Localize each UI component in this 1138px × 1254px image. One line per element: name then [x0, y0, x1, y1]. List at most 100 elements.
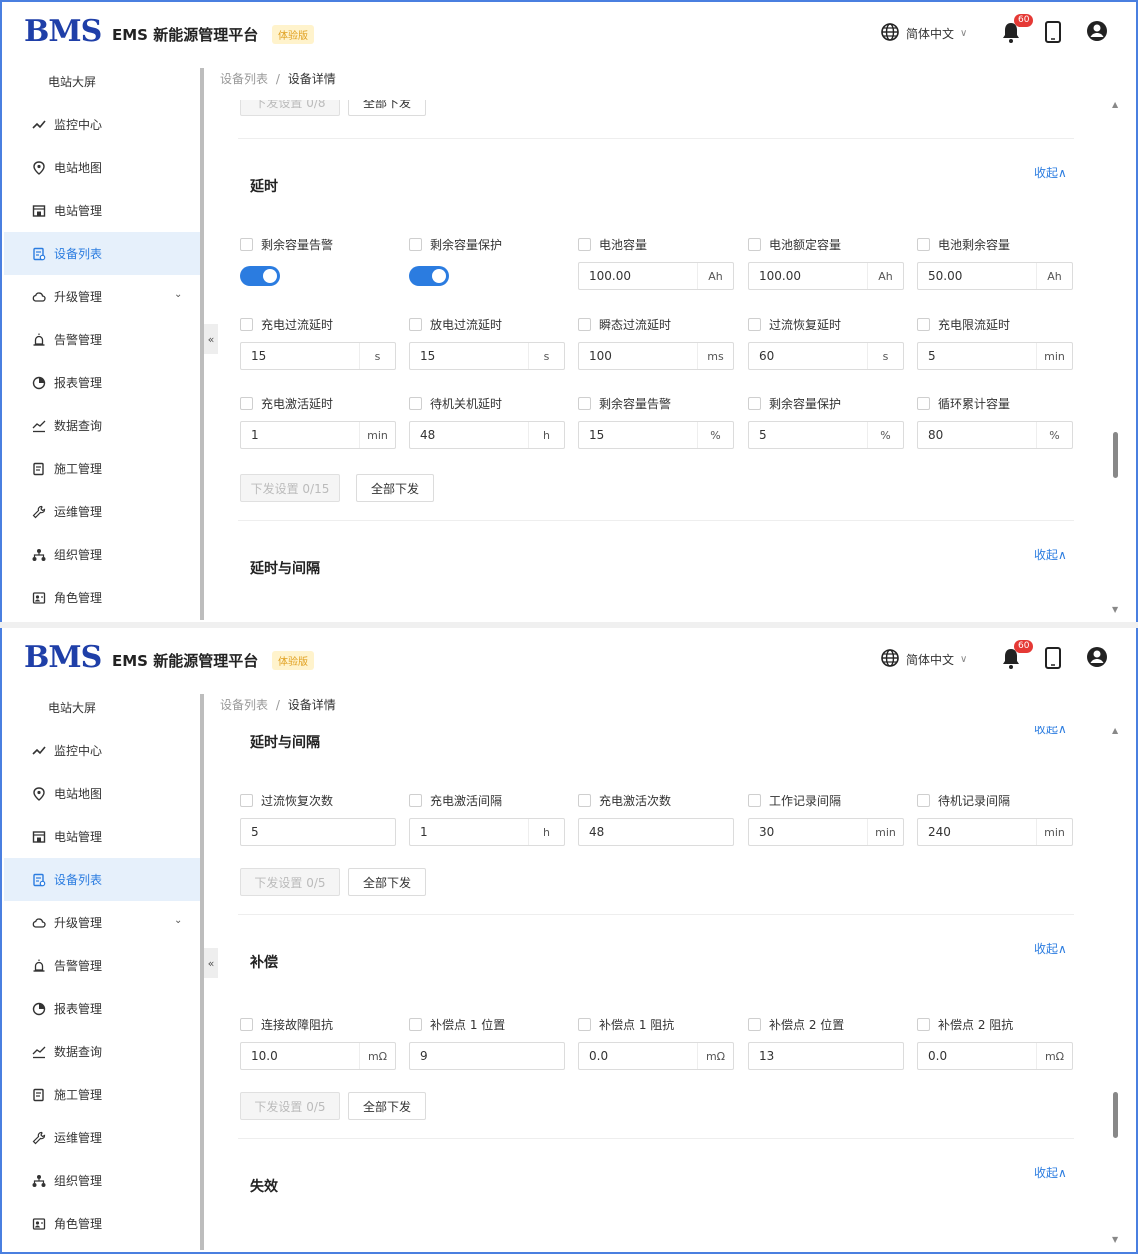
remaining-capacity-protect-toggle[interactable]	[409, 266, 449, 286]
field-input[interactable]: 9	[409, 1042, 565, 1070]
field-label[interactable]: 剩余容量保护	[409, 236, 502, 253]
field-label[interactable]: 电池容量	[578, 236, 647, 253]
sidebar-item-role[interactable]: 角色管理	[4, 1202, 204, 1245]
field-label[interactable]: 待机关机延时	[409, 395, 502, 412]
field-input[interactable]: 13	[748, 1042, 904, 1070]
field-label[interactable]: 循环累计容量	[917, 395, 1010, 412]
sidebar-item-map[interactable]: 电站地图	[4, 146, 204, 189]
field-label[interactable]: 过流恢复延时	[748, 316, 841, 333]
issue-settings-button[interactable]: 下发设置 0/5	[240, 1092, 340, 1120]
field-checkbox[interactable]	[240, 1018, 253, 1031]
sidebar-item-construction[interactable]: 施工管理	[4, 447, 204, 490]
user-avatar-icon[interactable]	[1086, 646, 1108, 668]
sidebar-item-map[interactable]: 电站地图	[4, 772, 204, 815]
issue-all-button[interactable]: 全部下发	[348, 868, 426, 896]
field-label[interactable]: 补偿点 1 阻抗	[578, 1016, 674, 1033]
field-checkbox[interactable]	[409, 238, 422, 251]
field-label[interactable]: 电池剩余容量	[917, 236, 1010, 253]
field-checkbox[interactable]	[240, 397, 253, 410]
sidebar-item-data-query[interactable]: 数据查询	[4, 1030, 204, 1073]
sidebar-item-data-query[interactable]: 数据查询	[4, 404, 204, 447]
scroll-up-icon[interactable]: ▲	[1112, 100, 1118, 109]
field-input[interactable]: 100.00 Ah	[578, 262, 734, 290]
field-checkbox[interactable]	[409, 794, 422, 807]
field-checkbox[interactable]	[409, 318, 422, 331]
language-switcher[interactable]: 简体中文 ∨	[880, 648, 967, 671]
sidebar-item-alarm[interactable]: 告警管理	[4, 318, 204, 361]
field-input[interactable]: 5 min	[917, 342, 1073, 370]
field-checkbox[interactable]	[748, 397, 761, 410]
sidebar-item-report[interactable]: 报表管理	[4, 361, 204, 404]
issue-settings-button[interactable]: 下发设置 0/8	[240, 100, 340, 116]
sidebar-item-monitor[interactable]: 监控中心	[4, 103, 204, 146]
field-label[interactable]: 充电限流延时	[917, 316, 1010, 333]
main-scrollbar[interactable]: ▲ ▼	[1110, 726, 1122, 1244]
sidebar-item-station-screen[interactable]: 电站大屏	[4, 686, 204, 729]
sidebar-item-station-screen[interactable]: 电站大屏	[4, 60, 204, 103]
user-avatar-icon[interactable]	[1086, 20, 1108, 42]
collapse-delay-link[interactable]: 收起∧	[1034, 164, 1067, 181]
field-checkbox[interactable]	[409, 397, 422, 410]
field-checkbox[interactable]	[917, 1018, 930, 1031]
field-label[interactable]: 电池额定容量	[748, 236, 841, 253]
collapse-compensation-link[interactable]: 收起∧	[1034, 940, 1067, 957]
issue-all-button[interactable]: 全部下发	[348, 100, 426, 116]
remaining-capacity-alarm-toggle[interactable]	[240, 266, 280, 286]
field-checkbox[interactable]	[409, 1018, 422, 1031]
main-scrollbar[interactable]: ▲ ▼	[1110, 100, 1122, 614]
field-checkbox[interactable]	[240, 794, 253, 807]
sidebar-item-station-mgmt[interactable]: 电站管理	[4, 815, 204, 858]
sidebar-item-construction[interactable]: 施工管理	[4, 1073, 204, 1116]
field-input[interactable]: 48 h	[409, 421, 565, 449]
sidebar-item-device-list[interactable]: 设备列表	[4, 232, 204, 275]
sidebar-item-upgrade[interactable]: 升级管理 ⌄	[4, 275, 204, 318]
sidebar-item-station-mgmt[interactable]: 电站管理	[4, 189, 204, 232]
sidebar-item-operations[interactable]: 运维管理	[4, 490, 204, 533]
field-input[interactable]: 80%	[917, 421, 1073, 449]
field-checkbox[interactable]	[917, 238, 930, 251]
field-input[interactable]: 100 ms	[578, 342, 734, 370]
field-input[interactable]: 15 s	[240, 342, 396, 370]
sidebar-item-alarm[interactable]: 告警管理	[4, 944, 204, 987]
field-checkbox[interactable]	[917, 397, 930, 410]
field-checkbox[interactable]	[240, 238, 253, 251]
mobile-icon[interactable]	[1044, 647, 1062, 669]
sidebar-collapse-button[interactable]: «	[204, 324, 218, 354]
sidebar-item-upgrade[interactable]: 升级管理 ⌄	[4, 901, 204, 944]
field-checkbox[interactable]	[748, 318, 761, 331]
field-label[interactable]: 工作记录间隔	[748, 792, 841, 809]
issue-all-button[interactable]: 全部下发	[356, 474, 434, 502]
field-input[interactable]: 240 min	[917, 818, 1073, 846]
field-checkbox[interactable]	[748, 1018, 761, 1031]
bms-logo[interactable]: BMS	[24, 14, 102, 49]
field-input[interactable]: 10.0 mΩ	[240, 1042, 396, 1070]
field-input[interactable]: 30 min	[748, 818, 904, 846]
field-label[interactable]: 充电激活次数	[578, 792, 671, 809]
field-input[interactable]: 60 s	[748, 342, 904, 370]
field-input[interactable]: 1 min	[240, 421, 396, 449]
sidebar-item-device-list[interactable]: 设备列表	[4, 858, 204, 901]
sidebar-item-operations[interactable]: 运维管理	[4, 1116, 204, 1159]
field-label[interactable]: 补偿点 1 位置	[409, 1016, 505, 1033]
sidebar-item-role[interactable]: 角色管理	[4, 576, 204, 619]
field-checkbox[interactable]	[578, 318, 591, 331]
collapse-failure-link[interactable]: 收起∧	[1034, 1164, 1067, 1181]
field-input[interactable]: 48	[578, 818, 734, 846]
field-checkbox[interactable]	[748, 238, 761, 251]
scrollbar-thumb[interactable]	[1113, 432, 1118, 478]
field-input[interactable]: 5	[240, 818, 396, 846]
language-switcher[interactable]: 简体中文 ∨	[880, 22, 967, 45]
field-label[interactable]: 待机记录间隔	[917, 792, 1010, 809]
field-input[interactable]: 5%	[748, 421, 904, 449]
field-label[interactable]: 瞬态过流延时	[578, 316, 671, 333]
field-label[interactable]: 剩余容量告警	[240, 236, 333, 253]
sidebar-item-organization[interactable]: 组织管理	[4, 533, 204, 576]
scrollbar-thumb[interactable]	[1113, 1092, 1118, 1138]
field-checkbox[interactable]	[240, 318, 253, 331]
sidebar-collapse-button[interactable]: «	[204, 948, 218, 978]
issue-settings-button[interactable]: 下发设置 0/15	[240, 474, 340, 502]
field-checkbox[interactable]	[578, 397, 591, 410]
sidebar-item-monitor[interactable]: 监控中心	[4, 729, 204, 772]
field-input[interactable]: 15 s	[409, 342, 565, 370]
scroll-up-icon[interactable]: ▲	[1112, 726, 1118, 735]
